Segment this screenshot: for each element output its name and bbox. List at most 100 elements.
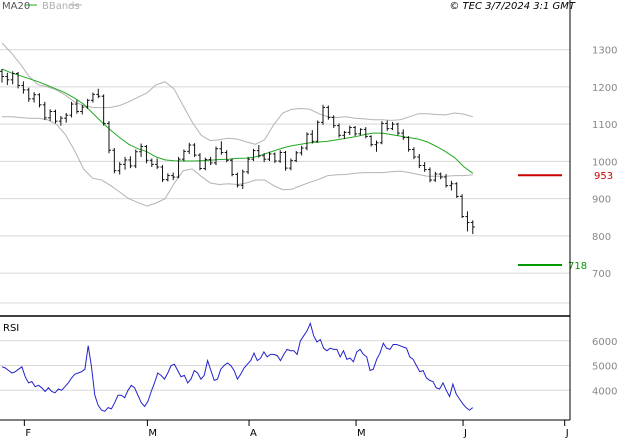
ohlc-bar — [37, 93, 42, 108]
stock-chart: 700 800 900 1000 1100 1200 1300 4000 5000 6000 9… — [0, 0, 617, 439]
x-tick-label: J — [565, 428, 569, 439]
copyright-text: © TEC 3/7/2024 3:1 GMT — [449, 1, 576, 12]
ohlc-bar — [449, 180, 454, 191]
rsi-title: RSI — [3, 323, 19, 334]
ma20-legend-label: MA20 — [2, 1, 30, 12]
price-tick-label: 1000 — [592, 157, 617, 168]
ohlc-bar — [21, 81, 26, 94]
ohlc-bar — [369, 135, 374, 147]
ohlc-bar — [107, 121, 111, 154]
ohlc-bar — [374, 140, 379, 152]
x-tick-label: A — [250, 428, 257, 439]
ohlc-bar — [128, 156, 133, 169]
legend: MA20 BBands — [2, 1, 82, 12]
ohlc-bar — [347, 125, 352, 135]
ohlc-bar — [219, 141, 224, 155]
rsi-tick-label: 5000 — [592, 362, 617, 373]
ma20-line — [1, 68, 474, 174]
ohlc-bar — [224, 150, 229, 163]
ohlc-bar — [390, 121, 395, 131]
ohlc-bar — [358, 128, 363, 136]
ohlc-bar — [181, 149, 186, 162]
rsi-gridlines: 4000 5000 6000 — [0, 337, 617, 397]
ohlc-bar — [48, 109, 53, 122]
ohlc-bar — [460, 194, 465, 219]
price-tick-label: 800 — [592, 232, 611, 243]
ohlc-bar — [294, 150, 299, 163]
ohlc-bar — [155, 158, 160, 169]
moving-average — [1, 68, 474, 174]
ohlc-bar — [5, 72, 10, 86]
price-levels: 953 718 — [518, 171, 613, 272]
ohlc-bar — [203, 157, 208, 171]
ohlc-bar — [64, 112, 69, 123]
ohlc-bar — [326, 105, 331, 120]
ohlc-bar — [133, 149, 138, 169]
ohlc-bar — [32, 92, 37, 103]
ohlc-bar — [401, 129, 406, 140]
ohlc-bar — [337, 123, 342, 138]
ohlc-bar — [85, 98, 90, 109]
ohlc-bar — [0, 69, 4, 83]
ohlc-bar — [26, 87, 31, 102]
ohlc-bar — [470, 220, 475, 235]
ohlc-bar — [283, 150, 288, 171]
ohlc-bar — [214, 146, 218, 166]
ohlc-bar — [288, 158, 293, 171]
ohlc-bar — [363, 127, 368, 139]
ohlc-bar — [304, 132, 309, 151]
ohlc-bar — [171, 172, 176, 181]
ohlc-bar — [149, 158, 154, 167]
rsi-line — [1, 321, 474, 412]
ohlc-bar — [433, 171, 438, 182]
ohlc-bar — [101, 94, 106, 126]
ohlc-bar — [123, 156, 128, 170]
ohlc-bar — [160, 165, 165, 182]
rsi-tick-label: 6000 — [592, 337, 617, 348]
ohlc-bar — [310, 130, 315, 144]
ohlc-bar — [251, 148, 256, 162]
chart-frame — [0, 0, 571, 421]
ohlc-bar — [96, 88, 101, 99]
ohlc-bar — [42, 101, 47, 121]
ohlc-bar — [117, 162, 122, 175]
ohlc-bar — [144, 145, 149, 164]
price-bars — [0, 69, 475, 235]
ohlc-bar — [465, 211, 470, 232]
x-tick-label: M — [357, 428, 366, 439]
x-tick-label: F — [25, 428, 31, 439]
ohlc-bar — [240, 169, 245, 189]
ohlc-bar — [406, 136, 411, 152]
ohlc-bar — [246, 156, 251, 175]
ohlc-bar — [353, 126, 358, 137]
ohlc-bar — [299, 145, 304, 156]
price-tick-label: 1300 — [592, 46, 617, 57]
ohlc-bar — [90, 92, 95, 103]
rsi-tick-label: 4000 — [592, 386, 617, 397]
rsi-panel — [1, 321, 474, 412]
ohlc-bar — [411, 147, 416, 160]
ohlc-bar — [112, 148, 117, 174]
ohlc-bar — [69, 101, 74, 118]
price-tick-label: 700 — [592, 269, 611, 280]
price-tick-label: 900 — [592, 195, 611, 206]
bbands-legend-label: BBands — [42, 1, 80, 12]
ohlc-bar — [192, 143, 197, 157]
resistance-level-label: 953 — [594, 171, 613, 182]
price-tick-label: 1200 — [592, 83, 617, 94]
x-tick-label: J — [463, 428, 467, 439]
ohlc-bar — [385, 120, 390, 131]
ohlc-bar — [80, 104, 85, 115]
x-axis: FMAMJJ — [23, 420, 569, 439]
price-tick-label: 1100 — [592, 120, 617, 131]
ohlc-bar — [165, 173, 170, 182]
ohlc-bar — [428, 167, 432, 183]
ohlc-bar — [422, 162, 427, 172]
support-level-label: 718 — [568, 261, 587, 272]
ohlc-bar — [187, 142, 192, 154]
x-tick-label: M — [148, 428, 157, 439]
ohlc-bar — [235, 172, 240, 188]
ohlc-bar — [454, 182, 459, 198]
ohlc-bar — [53, 109, 58, 124]
bbands-upper-line — [1, 42, 473, 145]
